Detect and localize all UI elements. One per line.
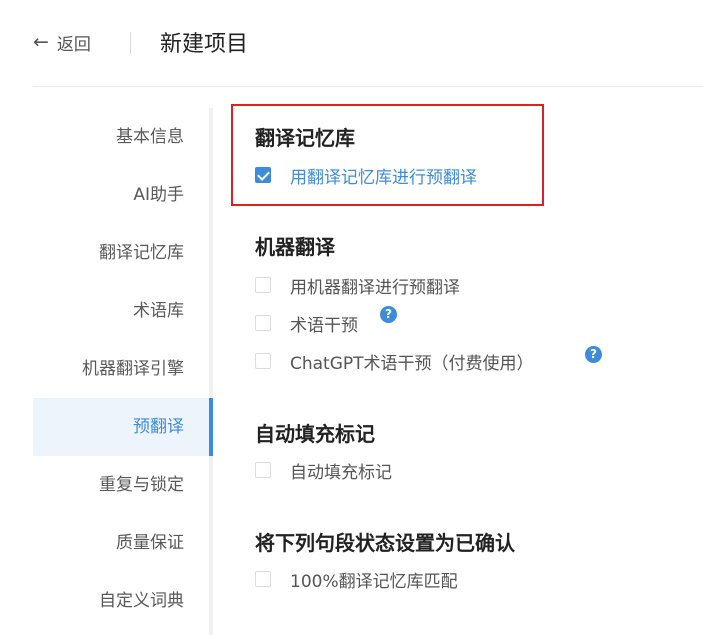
sidebar-nav: 基本信息 AI助手 翻译记忆库 术语库 机器翻译引擎 预翻译 重复与锁定 质量保… xyxy=(33,108,213,630)
checkbox-checked-icon[interactable] xyxy=(255,167,271,183)
checkbox-icon[interactable] xyxy=(255,462,271,478)
back-button[interactable]: ← 返回 xyxy=(33,28,91,56)
sidebar-item-ai-assistant[interactable]: AI助手 xyxy=(33,166,213,224)
sidebar-item-mt-engine[interactable]: 机器翻译引擎 xyxy=(33,340,213,398)
option-label: 100%翻译记忆库匹配 xyxy=(290,571,458,592)
sidebar-item-custom-dictionary[interactable]: 自定义词典 xyxy=(33,572,213,630)
checkbox-icon[interactable] xyxy=(255,353,271,369)
new-project-page: ← 返回 新建项目 基本信息 AI助手 翻译记忆库 术语库 机器翻译引擎 预翻译… xyxy=(0,0,703,635)
section-title-mt: 机器翻译 xyxy=(255,235,335,259)
option-label: 自动填充标记 xyxy=(290,462,392,483)
option-autofill-tags[interactable]: 自动填充标记 xyxy=(255,458,392,483)
sidebar-item-basic-info[interactable]: 基本信息 xyxy=(33,108,213,166)
checkbox-icon[interactable] xyxy=(255,277,271,293)
checkbox-icon[interactable] xyxy=(255,315,271,331)
page-title: 新建项目 xyxy=(160,32,249,57)
option-mt-pretranslate[interactable]: 用机器翻译进行预翻译 xyxy=(255,273,460,298)
back-label: 返回 xyxy=(56,34,91,55)
question-mark-icon[interactable]: ? xyxy=(585,346,602,363)
sidebar-item-quality-assurance[interactable]: 质量保证 xyxy=(33,514,213,572)
sidebar-item-pretranslate[interactable]: 预翻译 xyxy=(33,398,213,456)
option-100-tm-match[interactable]: 100%翻译记忆库匹配 xyxy=(255,567,458,592)
option-term-intervention[interactable]: 术语干预 xyxy=(255,311,358,336)
question-mark-icon[interactable]: ? xyxy=(380,306,397,323)
section-title-confirm: 将下列句段状态设置为已确认 xyxy=(255,531,515,555)
header-divider xyxy=(130,32,131,54)
left-arrow-icon: ← xyxy=(33,30,49,53)
option-label: 用机器翻译进行预翻译 xyxy=(290,277,460,298)
sidebar-item-translation-memory[interactable]: 翻译记忆库 xyxy=(33,224,213,282)
option-chatgpt-term-intervention[interactable]: ChatGPT术语干预（付费使用） xyxy=(255,349,534,374)
option-label: 术语干预 xyxy=(290,315,358,336)
option-label: ChatGPT术语干预（付费使用） xyxy=(290,353,534,374)
pretranslate-settings: 翻译记忆库 用翻译记忆库进行预翻译 机器翻译 用机器翻译进行预翻译 术语干预 ?… xyxy=(255,0,695,635)
checkbox-icon[interactable] xyxy=(255,571,271,587)
sidebar-item-repetition-lock[interactable]: 重复与锁定 xyxy=(33,456,213,514)
section-title-tm: 翻译记忆库 xyxy=(255,126,355,150)
section-title-autofill: 自动填充标记 xyxy=(255,422,375,446)
sidebar-item-termbase[interactable]: 术语库 xyxy=(33,282,213,340)
option-tm-pretranslate[interactable]: 用翻译记忆库进行预翻译 xyxy=(255,163,477,188)
option-label: 用翻译记忆库进行预翻译 xyxy=(290,167,477,188)
